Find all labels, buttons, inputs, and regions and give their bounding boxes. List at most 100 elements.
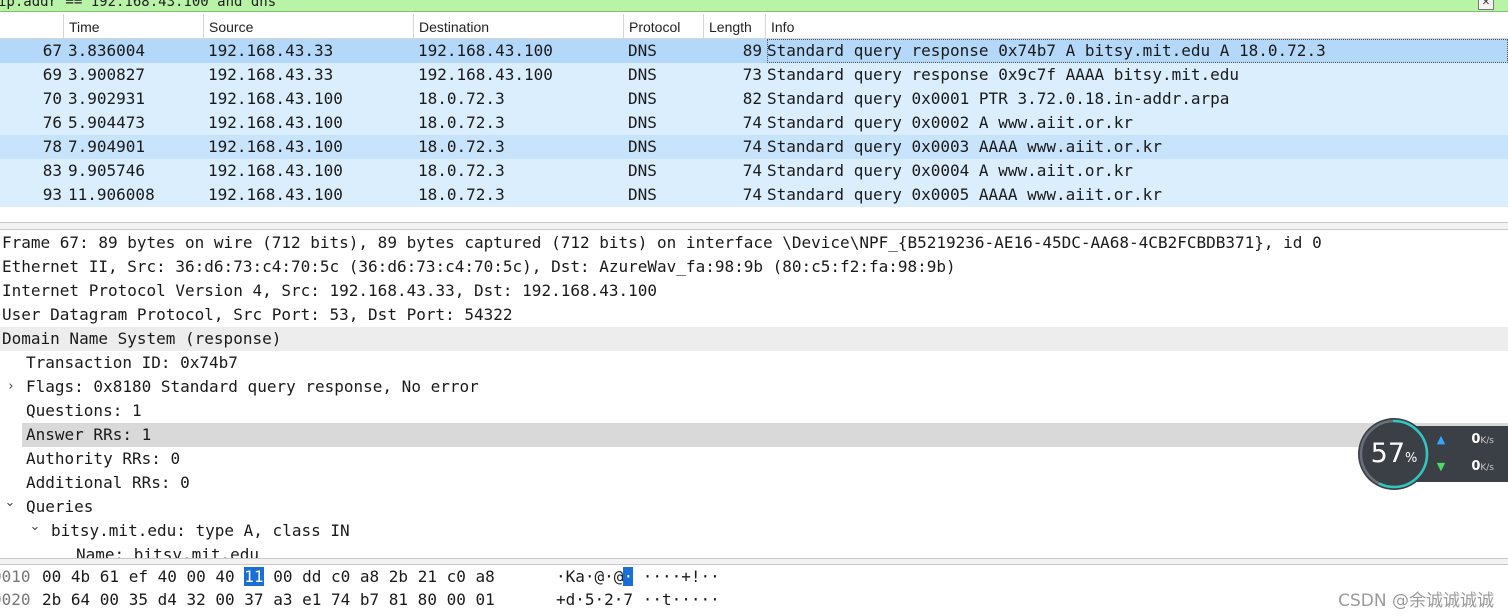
tree-item-ip[interactable]: Internet Protocol Version 4, Src: 192.16…: [0, 279, 1508, 303]
packet-info: Standard query response 0x74b7 A bitsy.m…: [767, 39, 1508, 63]
packet-protocol: DNS: [628, 161, 657, 180]
tree-item-label: bitsy.mit.edu: type A, class IN: [51, 521, 350, 540]
pane-splitter-top[interactable]: [0, 222, 1508, 230]
packet-source: 192.168.43.100: [208, 89, 343, 108]
tree-item-label: Name: bitsy.mit.edu: [76, 545, 260, 558]
display-filter-bar[interactable]: ip.addr == 192.168.43.100 and dns ✕: [0, 0, 1508, 12]
packet-row[interactable]: 83 9.905746 192.168.43.100 18.0.72.3 DNS…: [0, 159, 1508, 183]
tree-item-answer-rrs-selected[interactable]: Answer RRs: 1: [22, 423, 1508, 447]
download-unit: K/s: [1480, 463, 1494, 473]
column-header-length[interactable]: Length: [704, 14, 766, 39]
packet-destination: 192.168.43.100: [418, 65, 553, 84]
tree-item-queries[interactable]: ⌄ Queries: [0, 495, 1508, 519]
packet-info: Standard query 0x0004 A www.aiit.or.kr: [767, 161, 1134, 180]
collapse-arrow-icon[interactable]: ⌄: [3, 491, 17, 515]
usage-percent-value: 57: [1370, 438, 1405, 469]
tree-item-questions[interactable]: Questions: 1: [0, 399, 1508, 423]
expand-arrow-icon[interactable]: ›: [4, 375, 18, 399]
hex-before: 00 4b 61 ef 40 00 40: [42, 567, 245, 586]
packet-info: Standard query response 0x9c7f AAAA bits…: [767, 65, 1240, 84]
packet-details-pane: Frame 67: 89 bytes on wire (712 bits), 8…: [0, 231, 1508, 558]
column-header-time[interactable]: Time: [64, 14, 204, 39]
packet-length: 74: [742, 161, 762, 180]
tree-item-dns[interactable]: Domain Name System (response): [0, 327, 1508, 351]
packet-time: 9.905746: [68, 161, 146, 180]
column-header-source[interactable]: Source: [204, 14, 414, 39]
tree-item-transaction-id[interactable]: Transaction ID: 0x74b7: [0, 351, 1508, 375]
tree-item-label: Internet Protocol Version 4, Src: 192.16…: [2, 281, 658, 300]
tree-item-label: Ethernet II, Src: 36:d6:73:c4:70:5c (36:…: [2, 257, 956, 276]
bytes-hex[interactable]: 00 4b 61 ef 40 00 40 11 00 dd c0 a8 2b 2…: [42, 565, 495, 589]
usage-percent: 57%: [1356, 416, 1432, 492]
ascii-after: ····+!··: [633, 567, 720, 586]
packet-protocol: DNS: [628, 137, 657, 156]
packet-number: 76: [42, 113, 62, 132]
bytes-ascii[interactable]: +d·5·2·7 ··t·····: [556, 588, 720, 612]
tree-item-authority-rrs[interactable]: Authority RRs: 0: [0, 447, 1508, 471]
watermark: CSDN @余诚诚诚诚: [1338, 591, 1494, 611]
download-speed: ▼ 0K/s: [1436, 458, 1504, 476]
pane-splitter-bottom[interactable]: [0, 558, 1508, 565]
packet-row[interactable]: 93 11.906008 192.168.43.100 18.0.72.3 DN…: [0, 183, 1508, 207]
bytes-ascii[interactable]: ·Ka·@·@· ····+!··: [556, 565, 720, 589]
hex-after: 00 dd c0 a8 2b 21 c0 a8: [263, 567, 495, 586]
packet-length: 74: [742, 113, 762, 132]
packet-list: 67 3.836004 192.168.43.33 192.168.43.100…: [0, 39, 1508, 207]
tree-item-label: Additional RRs: 0: [26, 473, 190, 492]
column-header-protocol[interactable]: Protocol: [624, 14, 704, 39]
tree-item-frame[interactable]: Frame 67: 89 bytes on wire (712 bits), 8…: [0, 231, 1508, 255]
tree-item-label: Flags: 0x8180 Standard query response, N…: [26, 377, 479, 396]
collapse-arrow-icon[interactable]: ⌄: [28, 515, 42, 539]
usage-percent-sign: %: [1405, 451, 1418, 466]
packet-source: 192.168.43.100: [208, 137, 343, 156]
tree-item-label: Frame 67: 89 bytes on wire (712 bits), 8…: [2, 233, 1322, 252]
tree-item-query-entry[interactable]: ⌄ bitsy.mit.edu: type A, class IN: [0, 519, 1508, 543]
tree-item-label: Answer RRs: 1: [26, 425, 152, 444]
packet-source: 192.168.43.100: [208, 113, 343, 132]
tree-item-label: User Datagram Protocol, Src Port: 53, Ds…: [2, 305, 513, 324]
packet-protocol: DNS: [628, 89, 657, 108]
tree-item-query-name[interactable]: Name: bitsy.mit.edu: [0, 543, 1508, 558]
tree-item-additional-rrs[interactable]: Additional RRs: 0: [0, 471, 1508, 495]
ascii-before: ·Ka·@·@: [556, 567, 624, 586]
packet-row[interactable]: 78 7.904901 192.168.43.100 18.0.72.3 DNS…: [0, 135, 1508, 159]
packet-time: 3.900827: [68, 65, 146, 84]
packet-row[interactable]: 69 3.900827 192.168.43.33 192.168.43.100…: [0, 63, 1508, 87]
tree-item-udp[interactable]: User Datagram Protocol, Src Port: 53, Ds…: [0, 303, 1508, 327]
packet-source: 192.168.43.100: [208, 185, 343, 204]
packet-destination: 18.0.72.3: [418, 161, 505, 180]
selected-ascii-byte[interactable]: ·: [623, 567, 634, 586]
network-speed-widget[interactable]: 57% ▲ 0K/s ▼ 0K/s: [1352, 414, 1508, 494]
packet-destination: 18.0.72.3: [418, 137, 505, 156]
packet-source: 192.168.43.33: [208, 65, 334, 84]
packet-length: 74: [742, 137, 762, 156]
packet-list-header: Time Source Destination Protocol Length …: [0, 14, 1508, 39]
upload-speed: ▲ 0K/s: [1436, 431, 1504, 449]
download-arrow-icon: ▼: [1436, 460, 1446, 473]
packet-time: 11.906008: [68, 185, 155, 204]
upload-unit: K/s: [1480, 436, 1494, 446]
tree-item-flags[interactable]: › Flags: 0x8180 Standard query response,…: [0, 375, 1508, 399]
column-header-no[interactable]: [0, 14, 64, 39]
packet-info: Standard query 0x0002 A www.aiit.or.kr: [767, 113, 1134, 132]
upload-arrow-icon: ▲: [1436, 433, 1446, 446]
clear-filter-icon[interactable]: ✕: [1478, 0, 1494, 10]
packet-time: 7.904901: [68, 137, 146, 156]
packet-row-selected[interactable]: 67 3.836004 192.168.43.33 192.168.43.100…: [0, 39, 1508, 63]
display-filter-input[interactable]: ip.addr == 192.168.43.100 and dns: [0, 0, 276, 10]
tree-item-label: Domain Name System (response): [2, 329, 282, 348]
packet-number: 83: [42, 161, 62, 180]
packet-bytes-pane: 0010 00 4b 61 ef 40 00 40 11 00 dd c0 a8…: [0, 565, 1508, 616]
packet-destination: 18.0.72.3: [418, 113, 505, 132]
column-header-info[interactable]: Info: [766, 14, 1508, 39]
packet-row[interactable]: 76 5.904473 192.168.43.100 18.0.72.3 DNS…: [0, 111, 1508, 135]
packet-protocol: DNS: [628, 185, 657, 204]
selected-hex-byte[interactable]: 11: [244, 567, 264, 586]
column-header-destination[interactable]: Destination: [414, 14, 624, 39]
packet-row[interactable]: 70 3.902931 192.168.43.100 18.0.72.3 DNS…: [0, 87, 1508, 111]
tree-item-ethernet[interactable]: Ethernet II, Src: 36:d6:73:c4:70:5c (36:…: [0, 255, 1508, 279]
bytes-hex[interactable]: 2b 64 00 35 d4 32 00 37 a3 e1 74 b7 81 8…: [42, 588, 495, 612]
packet-time: 3.902931: [68, 89, 146, 108]
packet-source: 192.168.43.33: [208, 41, 334, 60]
upload-speed-value: 0K/s: [1471, 431, 1494, 450]
